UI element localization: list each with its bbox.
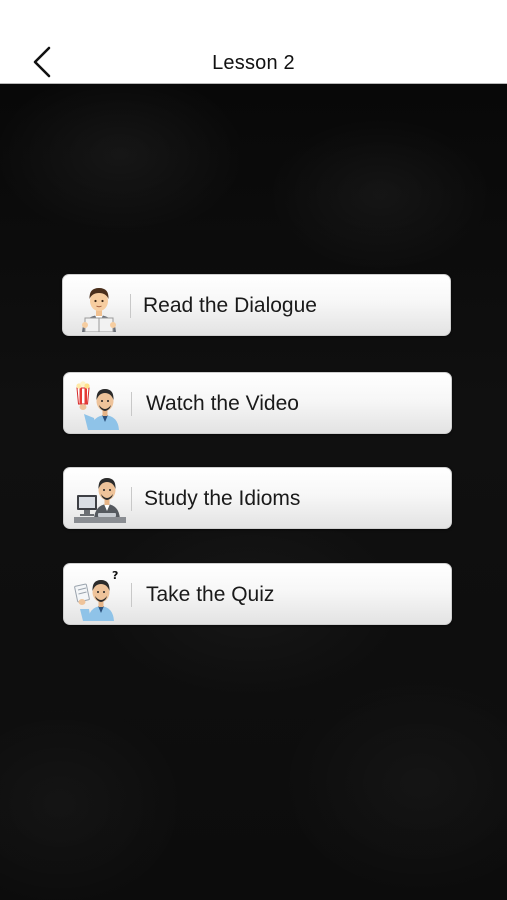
- button-divider: [131, 392, 132, 416]
- take-quiz-button[interactable]: ? Take the Quiz: [63, 563, 452, 625]
- button-divider: [131, 487, 132, 511]
- button-label: Read the Dialogue: [143, 294, 317, 317]
- reading-person-icon: [82, 288, 116, 332]
- button-label: Take the Quiz: [146, 583, 275, 606]
- question-person-icon: ?: [74, 569, 118, 621]
- page-title: Lesson 2: [212, 52, 295, 74]
- button-divider: [131, 583, 132, 607]
- svg-text:?: ?: [112, 569, 118, 582]
- navigation-bar: Lesson 2: [0, 0, 507, 84]
- button-label: Study the Idioms: [144, 487, 301, 510]
- watch-video-button[interactable]: Watch the Video: [63, 372, 452, 434]
- button-label: Watch the Video: [146, 392, 299, 415]
- lesson-screen: Lesson 2 Read the Dialogue Watch the Vid…: [0, 0, 507, 900]
- read-dialogue-button[interactable]: Read the Dialogue: [62, 274, 451, 336]
- lesson-menu-area: Read the Dialogue Watch the Video Study …: [0, 84, 507, 900]
- button-divider: [130, 294, 131, 318]
- computer-person-icon: [74, 478, 126, 523]
- study-idioms-button[interactable]: Study the Idioms: [63, 467, 452, 529]
- popcorn-person-icon: [76, 381, 119, 430]
